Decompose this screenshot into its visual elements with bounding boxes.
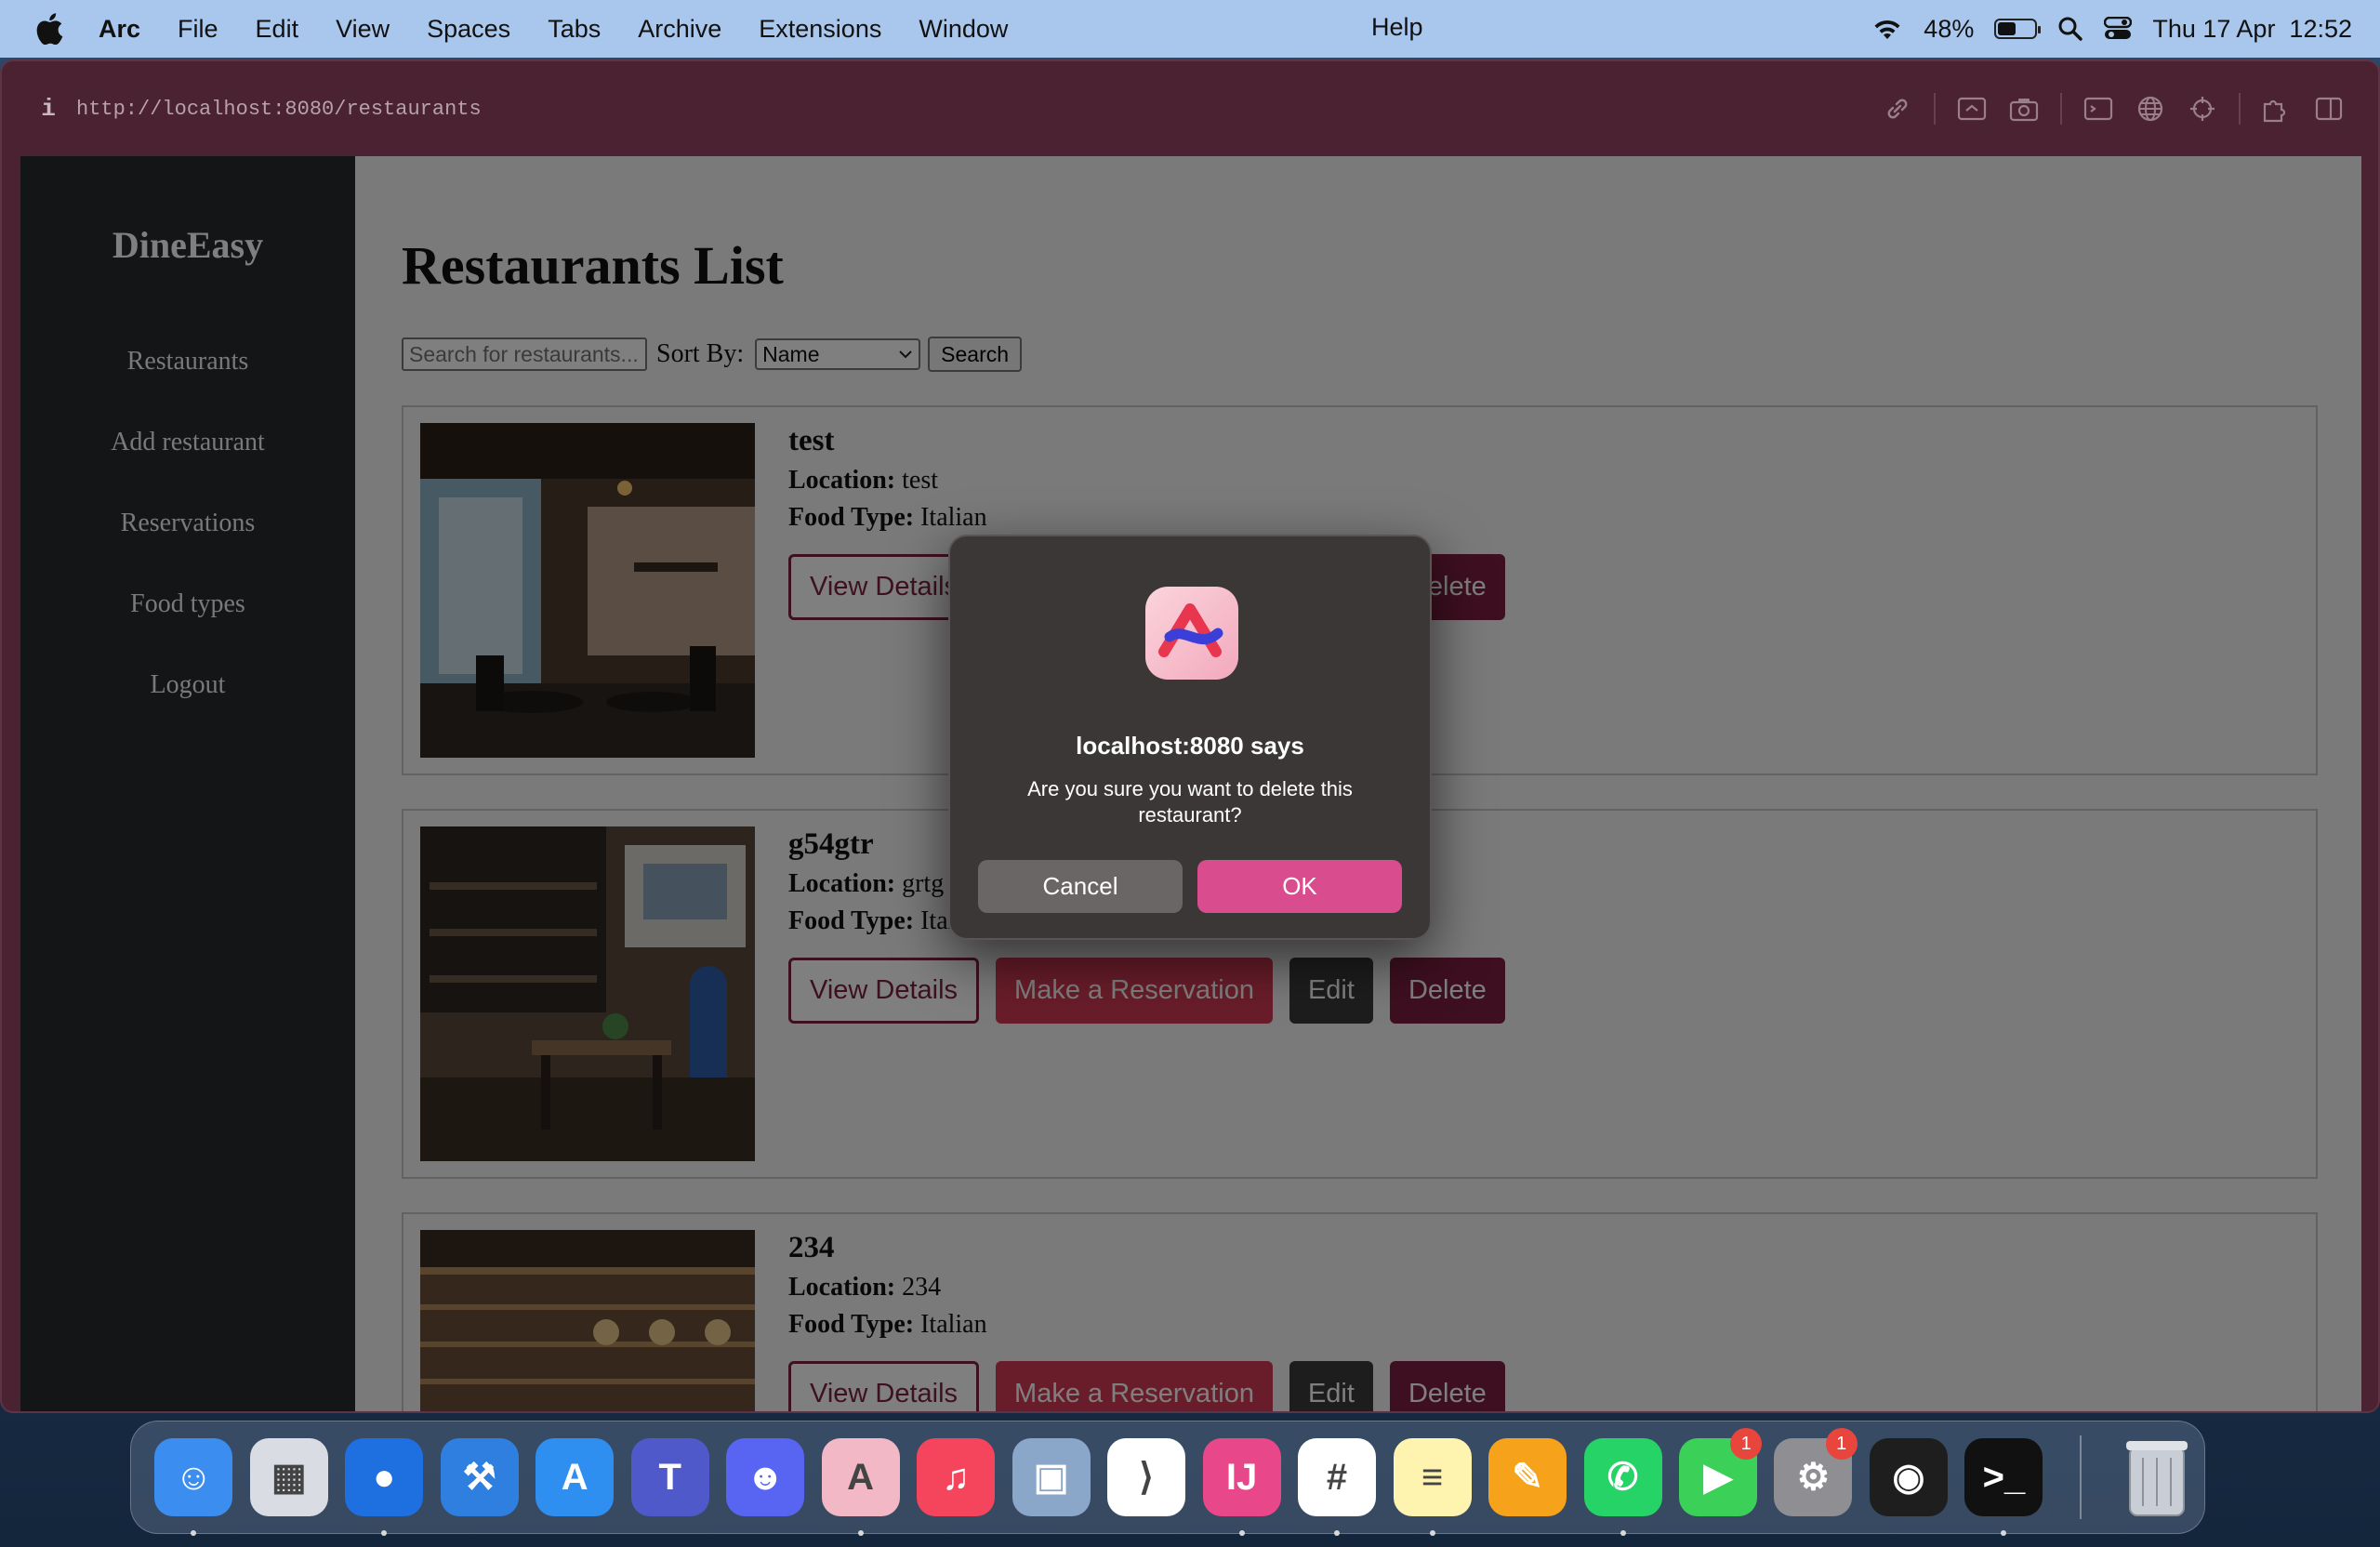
dock-app-whatsapp[interactable]: ✆ — [1575, 1428, 1670, 1536]
dock-divider — [2079, 1435, 2082, 1519]
toolbar-divider — [2239, 93, 2241, 125]
control-center-icon[interactable] — [2104, 17, 2133, 41]
menu-spaces[interactable]: Spaces — [427, 15, 510, 44]
menu-help[interactable]: Help — [1371, 13, 1423, 42]
url-text[interactable]: http://localhost:8080/restaurants — [76, 98, 482, 121]
discord-icon: ☻ — [726, 1438, 805, 1516]
extensions-icon[interactable] — [2261, 93, 2293, 125]
developer-console-icon[interactable] — [2082, 93, 2114, 125]
dock-app-arc[interactable]: A — [813, 1428, 907, 1536]
toolbar-divider — [2060, 93, 2062, 125]
dock-app-teams[interactable]: T — [622, 1428, 717, 1527]
notes-icon: ≡ — [1393, 1438, 1472, 1516]
notification-badge: 1 — [1825, 1428, 1858, 1460]
dock-app-facetime[interactable]: ▶ 1 — [1671, 1428, 1765, 1527]
running-indicator — [1620, 1530, 1626, 1536]
menu-edit[interactable]: Edit — [256, 15, 299, 44]
copy-link-icon[interactable] — [1882, 93, 1913, 125]
menu-view[interactable]: View — [336, 15, 390, 44]
dialog-message: Are you sure you want to delete this res… — [1027, 777, 1353, 826]
menu-tabs[interactable]: Tabs — [548, 15, 601, 44]
dock-app-maps-pin[interactable]: ● — [337, 1428, 431, 1536]
dock-app-notes[interactable]: ≡ — [1384, 1428, 1479, 1536]
pages-icon: ✎ — [1488, 1438, 1567, 1516]
app-store-icon: A — [536, 1438, 615, 1516]
dock-app-system-settings[interactable]: ⚙ 1 — [1765, 1428, 1860, 1527]
dock-app-vs-code[interactable]: ⟩ — [1099, 1428, 1194, 1527]
address-bar[interactable]: i http://localhost:8080/restaurants — [20, 80, 2363, 138]
dock-app-slack[interactable]: # — [1289, 1428, 1384, 1536]
running-indicator — [1429, 1530, 1435, 1536]
whatsapp-icon: ✆ — [1583, 1438, 1662, 1516]
running-indicator — [381, 1530, 388, 1536]
running-indicator — [2001, 1530, 2007, 1536]
toolbar-divider — [1934, 93, 1936, 125]
wifi-icon[interactable] — [1871, 17, 1903, 41]
menu-window[interactable]: Window — [919, 15, 1008, 44]
running-indicator — [1238, 1530, 1245, 1536]
location-pin-icon: ● — [345, 1438, 424, 1516]
menu-archive[interactable]: Archive — [638, 15, 721, 44]
music-icon: ♫ — [917, 1438, 996, 1516]
slack-icon: # — [1298, 1438, 1377, 1516]
spotlight-search-icon[interactable] — [2057, 16, 2083, 42]
camera-icon[interactable] — [2008, 93, 2040, 125]
dock-app-preview[interactable]: ▣ — [1003, 1428, 1098, 1527]
trash-icon — [2125, 1441, 2188, 1516]
battery-percent: 48% — [1924, 14, 1975, 43]
apple-icon[interactable] — [35, 13, 63, 45]
battery-icon[interactable] — [1994, 19, 2042, 39]
running-indicator — [857, 1530, 864, 1536]
dock-app-pages[interactable]: ✎ — [1480, 1428, 1575, 1527]
dock-app-terminal[interactable]: >_ — [1956, 1428, 2051, 1536]
dock-app-figma[interactable]: ◉ — [1861, 1428, 1956, 1527]
xcode-icon: ⚒ — [440, 1438, 519, 1516]
clock[interactable]: Thu 17 Apr 12:52 — [2152, 15, 2352, 44]
menu-extensions[interactable]: Extensions — [759, 15, 881, 44]
dock-app-intellij-idea[interactable]: IJ — [1194, 1428, 1289, 1536]
terminal-icon: >_ — [1964, 1438, 2043, 1516]
intellij-icon: IJ — [1202, 1438, 1281, 1516]
confirm-dialog: localhost:8080 says Are you sure you wan… — [948, 535, 1432, 940]
arc-app-icon — [1144, 585, 1240, 681]
teams-icon: T — [630, 1438, 709, 1516]
preview-icon: ▣ — [1012, 1438, 1091, 1516]
running-indicator — [1334, 1530, 1341, 1536]
cancel-button[interactable]: Cancel — [978, 860, 1183, 913]
dock-app-discord[interactable]: ☻ — [718, 1428, 813, 1527]
globe-icon[interactable] — [2135, 93, 2166, 125]
dialog-title: localhost:8080 says — [1076, 732, 1304, 760]
dock-app-launchpad[interactable]: ▦ — [241, 1428, 336, 1527]
launchpad-icon: ▦ — [249, 1438, 328, 1516]
capture-icon[interactable] — [1956, 93, 1988, 125]
menu-file[interactable]: File — [178, 15, 218, 44]
dock-app-xcode[interactable]: ⚒ — [431, 1428, 526, 1527]
dock-app-finder[interactable]: ☺ — [146, 1428, 241, 1536]
dock-app-trash[interactable] — [2109, 1428, 2204, 1527]
figma-icon: ◉ — [1869, 1438, 1948, 1516]
ok-button[interactable]: OK — [1197, 860, 1402, 913]
battery-level — [1998, 22, 2016, 35]
vscode-icon: ⟩ — [1107, 1438, 1186, 1516]
dock: ☺ ▦ ● ⚒ A T ☻ A ♫ ▣ ⟩ IJ # ≡ ✎ ✆ ▶ 1 ⚙ 1 ◉ >_ — [130, 1421, 2205, 1536]
dock-app-app-store[interactable]: A — [527, 1428, 622, 1527]
dialog-buttons: Cancel OK — [978, 860, 1402, 913]
dock-app-music[interactable]: ♫ — [908, 1428, 1003, 1527]
finder-icon: ☺ — [154, 1438, 233, 1516]
split-view-icon[interactable] — [2313, 93, 2345, 125]
menu-app-name[interactable]: Arc — [99, 15, 140, 44]
notification-badge: 1 — [1730, 1428, 1763, 1460]
arc-icon: A — [821, 1438, 900, 1516]
menu-bar: Arc File Edit View Spaces Tabs Archive E… — [0, 0, 2380, 58]
crosshair-icon[interactable] — [2187, 93, 2218, 125]
running-indicator — [191, 1530, 197, 1536]
site-info-icon[interactable]: i — [20, 95, 76, 123]
